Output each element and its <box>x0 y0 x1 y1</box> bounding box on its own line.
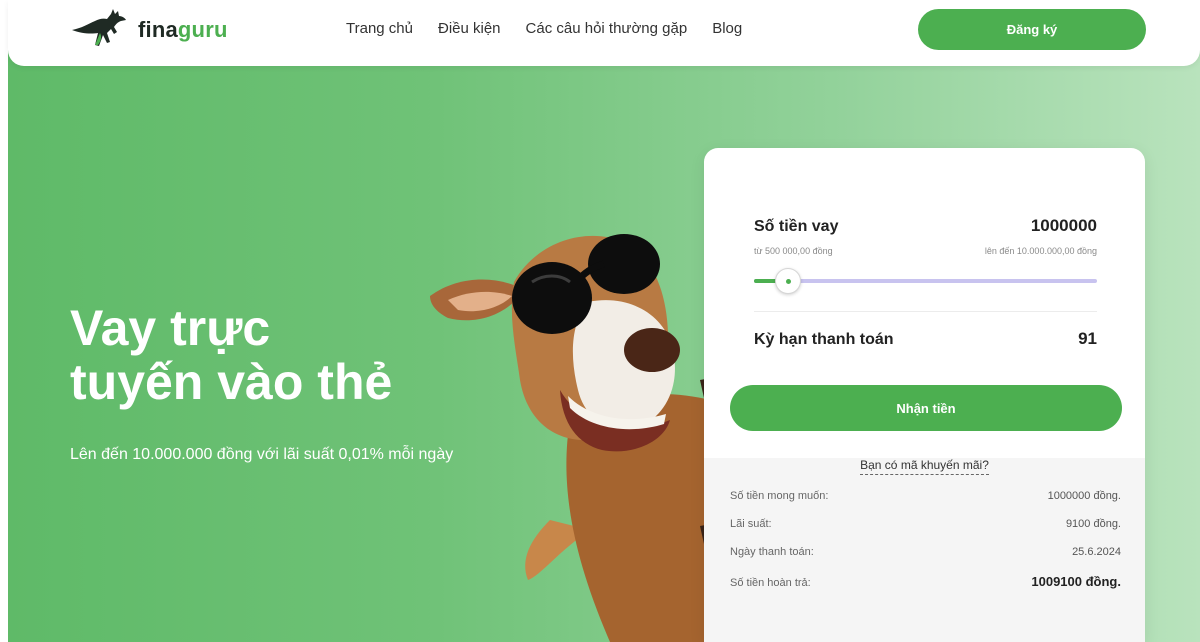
nav-item-conditions[interactable]: Điều kiện <box>438 20 501 37</box>
loan-calculator-card: Số tiền vay 1000000 từ 500 000,00 đồng l… <box>704 148 1145 642</box>
main-nav: Trang chủ Điều kiện Các câu hỏi thường g… <box>346 20 742 37</box>
loan-amount-value: 1000000 <box>1030 216 1097 235</box>
loan-amount-label: Số tiền vay <box>754 218 839 235</box>
kangaroo-icon <box>72 9 126 46</box>
nav-item-home[interactable]: Trang chủ <box>346 20 413 37</box>
loan-amount-row: Số tiền vay 1000000 <box>754 216 1097 236</box>
summary-label: Lãi suất: <box>730 518 772 530</box>
summary-value: 1009100 đồng. <box>1031 574 1121 589</box>
hero-title-line-2: tuyến vào thẻ <box>70 353 393 410</box>
summary-value: 9100 đồng. <box>1065 518 1121 530</box>
payment-term-label: Kỳ hạn thanh toán <box>754 331 894 348</box>
payment-term-row: Kỳ hạn thanh toán 91 <box>754 329 1097 349</box>
loan-amount-slider-thumb[interactable] <box>775 268 802 294</box>
top-navbar: finaguru Trang chủ Điều kiện Các câu hỏi… <box>8 0 1200 66</box>
logo-text-dark: fina <box>138 17 178 42</box>
summary-row: Ngày thanh toán: 25.6.2024 <box>730 546 1121 574</box>
promo-code-link[interactable]: Bạn có mã khuyến mãi? <box>860 458 989 475</box>
finaguru-logo[interactable]: finaguru <box>70 8 228 52</box>
summary-row: Lãi suất: 9100 đồng. <box>730 518 1121 546</box>
summary-label: Ngày thanh toán: <box>730 546 814 558</box>
payment-term-value: 91 <box>1078 329 1097 348</box>
loan-range-row: từ 500 000,00 đồng lên đến 10.000.000,00… <box>754 246 1097 256</box>
loan-max-label: lên đến 10.000.000,00 đồng <box>984 246 1097 256</box>
summary-label: Số tiền mong muốn: <box>730 490 829 502</box>
summary-rows: Số tiền mong muốn: 1000000 đồng. Lãi suấ… <box>730 490 1121 602</box>
get-money-button[interactable]: Nhận tiền <box>730 385 1122 431</box>
loan-amount-slider[interactable] <box>754 268 1097 294</box>
nav-item-faq[interactable]: Các câu hỏi thường gặp <box>526 20 688 37</box>
loan-min-label: từ 500 000,00 đồng <box>754 246 833 256</box>
summary-value: 1000000 đồng. <box>1047 490 1121 502</box>
summary-row-total: Số tiền hoàn trả: 1009100 đồng. <box>730 574 1121 602</box>
promo-code-row: Bạn có mã khuyến mãi? <box>704 458 1145 475</box>
summary-value: 25.6.2024 <box>1072 546 1121 558</box>
register-button[interactable]: Đăng ký <box>918 9 1146 50</box>
nav-item-blog[interactable]: Blog <box>712 20 742 37</box>
loan-summary: Bạn có mã khuyến mãi? Số tiền mong muốn:… <box>704 458 1145 642</box>
hero-title-line-1: Vay trực <box>70 300 271 356</box>
summary-row: Số tiền mong muốn: 1000000 đồng. <box>730 490 1121 518</box>
logo-text: finaguru <box>138 17 228 43</box>
calculator-divider <box>754 311 1097 312</box>
logo-text-green: guru <box>177 17 228 42</box>
summary-label: Số tiền hoàn trả: <box>730 577 811 589</box>
kangaroo-mascot-image <box>430 234 727 642</box>
